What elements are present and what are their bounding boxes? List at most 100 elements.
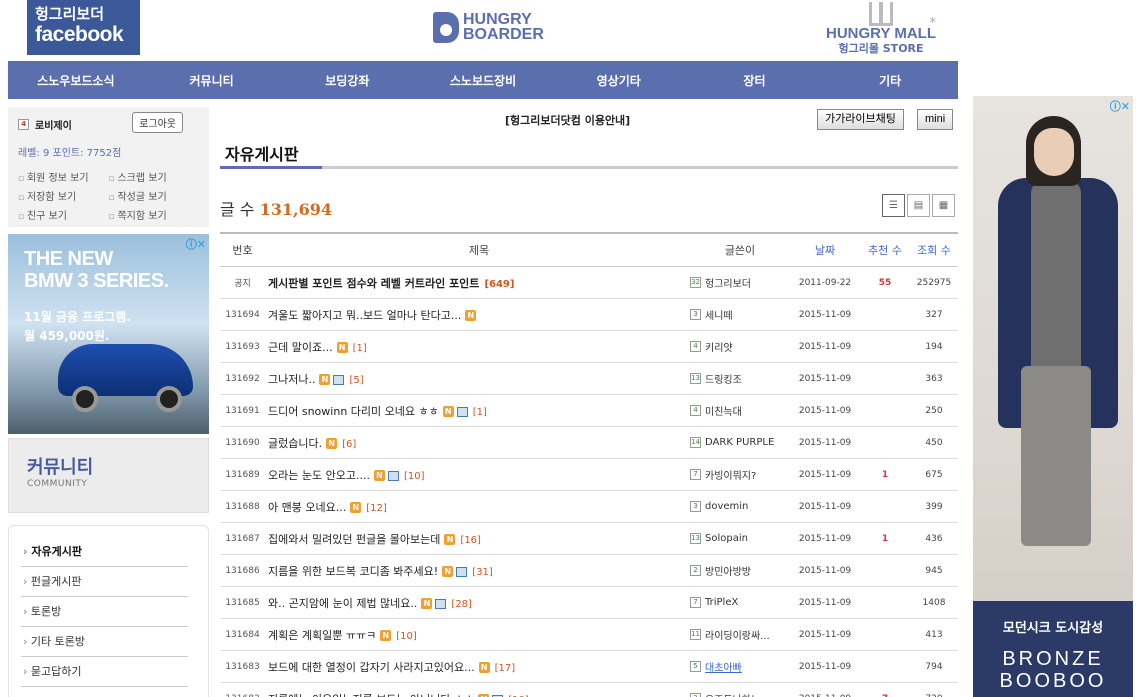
post-view-count: 363 xyxy=(925,373,943,384)
post-writer[interactable]: DARK PURPLE xyxy=(705,437,774,448)
side-item-other-debate[interactable]: 기타 토론방 xyxy=(21,627,188,657)
post-writer[interactable]: 대초아빠 xyxy=(705,659,742,674)
ad-close-icon[interactable]: ⓘ✕ xyxy=(1110,98,1130,114)
table-row[interactable]: 131690 글렀습니다. N [6] 14 DARK PURPLE 2015-11-09 4… xyxy=(220,427,958,459)
table-row[interactable]: 131693 근데 말이죠... N [1] 4 키리얏 2015-11-09 194 xyxy=(220,331,958,363)
post-writer[interactable]: 카빙이뭐지? xyxy=(705,467,756,482)
hungry-boarder-logo[interactable]: HUNGRY BOARDER xyxy=(433,10,544,44)
table-row[interactable]: 131683 보드에 대한 열정이 갑자기 사라지고있어요... N [17] 5 대초아… xyxy=(220,651,958,683)
member-info-link[interactable]: 회원 정보 보기 xyxy=(18,169,109,184)
comment-count[interactable]: [16] xyxy=(460,535,481,546)
side-item-debate[interactable]: 토론방 xyxy=(21,597,188,627)
post-writer[interactable]: 키리얏 xyxy=(705,339,733,354)
bmw-ad-banner[interactable]: THE NEW BMW 3 SERIES. 11월 금융 프로그램. 월 459… xyxy=(8,234,209,434)
post-title-link[interactable]: 겨울도 짧아지고 뭐..보드 얼마나 탄다고... xyxy=(268,309,461,322)
messages-link[interactable]: 쪽지함 보기 xyxy=(109,207,200,222)
comment-count[interactable]: [1] xyxy=(353,343,367,354)
post-title-link[interactable]: 집에와서 밀려있던 펀글을 몰아보는데 xyxy=(268,533,440,546)
saved-link[interactable]: 저장함 보기 xyxy=(18,188,109,203)
fashion-ad-caption: 모던시크 도시감성 BRONZE BOOBOO xyxy=(973,601,1133,697)
community-banner[interactable]: 커뮤니티 COMMUNITY xyxy=(8,438,209,513)
nav-item-snowboard-gear[interactable]: 스노보드장비 xyxy=(415,61,551,99)
site-guide-link[interactable]: [헝그리보더닷컴 이용안내] xyxy=(505,112,630,128)
header-date[interactable]: 날짜 xyxy=(790,242,860,258)
post-writer[interactable]: Solopain xyxy=(705,533,748,544)
table-row[interactable]: 131694 겨울도 짧아지고 뭐..보드 얼마나 탄다고... N 3 세니떼 2015… xyxy=(220,299,958,331)
table-row[interactable]: 131692 그나저나.. N [5] 13 드링킹조 2015-11-09 363 xyxy=(220,363,958,395)
post-number: 공지 xyxy=(234,279,251,289)
new-post-icon: N xyxy=(380,630,392,641)
post-title-link[interactable]: 아 맨붕 오네요... xyxy=(268,501,346,514)
post-title-link[interactable]: 지름을 위한 보드복 코디좀 봐주세요! xyxy=(268,565,438,578)
list-view-icon[interactable]: ☰ xyxy=(882,194,905,217)
post-title-link[interactable]: 게시판별 포인트 점수와 레벨 커트라인 포인트 xyxy=(268,277,479,290)
comment-count[interactable]: [6] xyxy=(342,439,356,450)
logout-button[interactable]: 로그아웃 xyxy=(132,112,183,133)
nav-item-video-etc[interactable]: 영상기타 xyxy=(551,61,687,99)
post-writer[interactable]: TriPleX xyxy=(705,597,738,608)
comment-count[interactable]: [31] xyxy=(472,567,493,578)
post-title-cell: 오라는 눈도 안오고.... N [10] xyxy=(265,467,690,483)
post-title-link[interactable]: 와.. 곤지암에 눈이 제법 많네요.. xyxy=(268,597,417,610)
post-view-count: 1408 xyxy=(922,597,946,608)
post-title-link[interactable]: 보드에 대한 열정이 갑자기 사라지고있어요... xyxy=(268,661,475,674)
comment-count[interactable]: [17] xyxy=(495,663,516,674)
post-writer[interactable]: 오즈도나하노 xyxy=(705,691,760,697)
post-title-link[interactable]: 계획은 계획일뿐 ㅠㅠㅋ xyxy=(268,629,376,642)
comment-count[interactable]: [10] xyxy=(396,631,417,642)
side-item-qna[interactable]: 묻고답하기 xyxy=(21,657,188,687)
post-writer[interactable]: 라이딩이랑싸... xyxy=(705,627,770,642)
ad-close-icon[interactable]: ⓘ✕ xyxy=(186,236,206,252)
nav-item-boarding-lessons[interactable]: 보딩강좌 xyxy=(279,61,415,99)
post-writer[interactable]: 방민아방방 xyxy=(705,563,751,578)
nav-item-etc[interactable]: 기타 xyxy=(822,61,958,99)
comment-count[interactable]: [28] xyxy=(451,599,472,610)
my-posts-link[interactable]: 작성글 보기 xyxy=(109,188,200,203)
post-writer[interactable]: 세니떼 xyxy=(705,307,733,322)
table-row[interactable]: 131688 아 맨붕 오네요... N [12] 3 dovemin 2015-11-09… xyxy=(220,491,958,523)
post-title-link[interactable]: 근데 말이죠... xyxy=(268,341,333,354)
nav-item-snowboard-news[interactable]: 스노우보드소식 xyxy=(8,61,144,99)
facebook-logo[interactable]: 헝그리보더 facebook xyxy=(27,0,140,55)
post-title-link[interactable]: 오라는 눈도 안오고.... xyxy=(268,469,370,482)
post-writer[interactable]: 드링킹조 xyxy=(705,371,742,386)
nav-item-community[interactable]: 커뮤니티 xyxy=(144,61,280,99)
side-item-free-board[interactable]: 자유게시판 xyxy=(21,537,188,567)
mini-chat-button[interactable]: mini xyxy=(917,109,954,130)
table-row[interactable]: 131691 드디어 snowinn 다리미 오네요 ㅎㅎ N [1] 4 미친늑대 201… xyxy=(220,395,958,427)
comment-count[interactable]: [1] xyxy=(473,407,487,418)
post-title-link[interactable]: 글렀습니다. xyxy=(268,437,322,450)
table-row[interactable]: 131684 계획은 계획일뿐 ㅠㅠㅋ N [10] 11 라이딩이랑싸... 2015-1… xyxy=(220,619,958,651)
header-recommend[interactable]: 추천 수 xyxy=(860,242,910,258)
post-title-link[interactable]: 드디어 snowinn 다리미 오네요 ㅎㅎ xyxy=(268,405,439,418)
comment-count[interactable]: [12] xyxy=(366,503,387,514)
webzine-view-icon[interactable]: ▤ xyxy=(907,194,930,217)
nav-item-market[interactable]: 장터 xyxy=(687,61,823,99)
live-chat-button[interactable]: 가가라이브채팅 xyxy=(817,109,904,130)
fashion-ad-banner[interactable]: ⓘ✕ 모던시크 도시감성 BRONZE BOOBOO xyxy=(973,96,1133,697)
comment-count[interactable]: [649] xyxy=(484,279,514,290)
side-item-fun-board[interactable]: 펀글게시판 xyxy=(21,567,188,597)
post-title-link[interactable]: 지름에는 이유있는지름 보드는 아니니다 ㅎㅎ xyxy=(268,693,474,697)
scrap-link[interactable]: 스크랩 보기 xyxy=(109,169,200,184)
post-recommend-count: 55 xyxy=(878,277,892,288)
table-row[interactable]: 131682지름에는 이유있는지름 보드는 아니니다 ㅎㅎN[10]2 오즈도나하… xyxy=(220,683,958,697)
table-row[interactable]: 공지 게시판별 포인트 점수와 레벨 커트라인 포인트 [649] 32 헝그리보더 20… xyxy=(220,267,958,299)
post-writer[interactable]: 미친늑대 xyxy=(705,403,742,418)
table-row[interactable]: 131689 오라는 눈도 안오고.... N [10] 7 카빙이뭐지? 2015-11-… xyxy=(220,459,958,491)
friends-link[interactable]: 친구 보기 xyxy=(18,207,109,222)
post-title-link[interactable]: 그나저나.. xyxy=(268,373,315,386)
side-menu: 자유게시판 펀글게시판 토론방 기타 토론방 묻고답하기 xyxy=(8,525,209,697)
table-row[interactable]: 131686 지름을 위한 보드복 코디좀 봐주세요! N [31] 2 방민아방방 201… xyxy=(220,555,958,587)
comment-count[interactable]: [5] xyxy=(349,375,363,386)
gallery-view-icon[interactable]: ▦ xyxy=(932,194,955,217)
post-writer[interactable]: dovemin xyxy=(705,501,748,512)
post-writer[interactable]: 헝그리보더 xyxy=(705,275,751,290)
hungry-mall-logo[interactable]: HUNGRY MALL 헝그리몰 STORE * xyxy=(826,2,936,56)
comment-count[interactable]: [10] xyxy=(404,471,425,482)
table-row[interactable]: 131685 와.. 곤지암에 눈이 제법 많네요.. N [28] 7 TriPleX 2… xyxy=(220,587,958,619)
table-row[interactable]: 131687 집에와서 밀려있던 펀글을 몰아보는데 N [16] 13 Solopain… xyxy=(220,523,958,555)
post-title-cell: 계획은 계획일뿐 ㅠㅠㅋ N [10] xyxy=(265,627,690,643)
new-post-icon: N xyxy=(373,470,385,481)
header-views[interactable]: 조회 수 xyxy=(910,242,958,258)
